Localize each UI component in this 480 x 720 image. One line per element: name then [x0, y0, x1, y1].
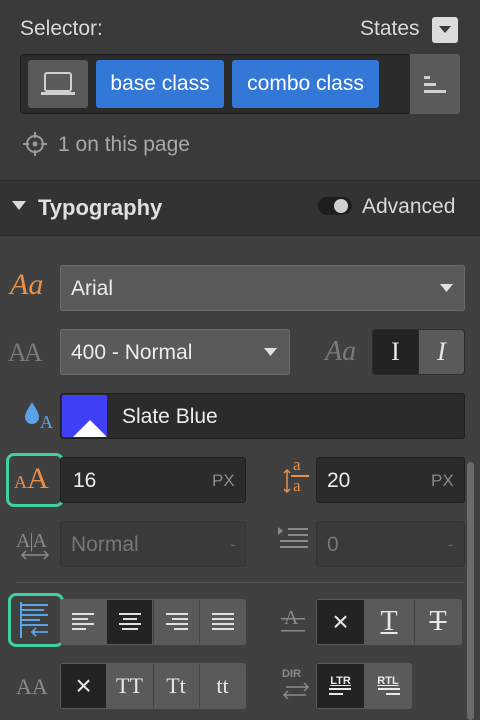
selector-count-text: 1 on this page — [58, 133, 190, 156]
laptop-icon — [40, 71, 76, 97]
decoration-none-button[interactable]: × — [317, 600, 364, 644]
font-family-value: Arial — [71, 277, 114, 300]
target-icon — [22, 131, 48, 157]
line-icon-bottom: a — [293, 476, 301, 495]
divider — [16, 582, 464, 583]
size-icon-small: A — [14, 472, 27, 492]
align-justify-button[interactable] — [199, 600, 245, 644]
font-weight-value: 400 - Normal — [71, 341, 193, 364]
text-indent-icon — [276, 525, 310, 551]
direction-ltr-button[interactable]: LTR — [317, 664, 364, 708]
capitalize-none-button[interactable]: × — [61, 664, 106, 708]
list-tree-icon — [422, 73, 448, 95]
font-family-select[interactable] — [60, 265, 465, 311]
text-indent-unit[interactable]: - — [448, 535, 454, 555]
selector-chip-combo-class[interactable]: combo class — [232, 60, 379, 108]
color-swatch[interactable] — [62, 395, 107, 437]
toggle-knob — [334, 199, 348, 213]
close-icon: × — [332, 606, 349, 637]
rtl-label: RTL — [377, 675, 399, 687]
line-height-value: 20 — [327, 469, 351, 492]
line-icon-top: a — [293, 455, 301, 474]
text-color-icon: A — [22, 398, 56, 432]
align-left-button[interactable] — [61, 600, 106, 644]
letter-spacing-placeholder: Normal — [71, 533, 139, 556]
advanced-toggle[interactable] — [318, 197, 352, 215]
selector-menu-button[interactable] — [410, 54, 460, 114]
caret-down-icon[interactable] — [12, 201, 26, 211]
titlecase-glyph: Tt — [166, 673, 186, 698]
style-normal-button[interactable]: I — [373, 330, 418, 374]
capitalize-title-button[interactable]: Tt — [153, 664, 198, 708]
size-icon-big: A — [27, 462, 49, 495]
line-height-unit[interactable]: PX — [431, 471, 454, 491]
font-family-icon: Aa — [10, 268, 44, 301]
chevron-down-icon — [264, 348, 277, 356]
scrollbar-thumb[interactable] — [467, 462, 474, 720]
color-field[interactable] — [60, 393, 465, 439]
device-toggle-button[interactable] — [28, 60, 88, 108]
selector-chip-base-class[interactable]: base class — [96, 60, 224, 108]
decoration-underline-button[interactable]: T — [365, 600, 413, 644]
text-align-icon — [18, 602, 52, 638]
section-title: Typography — [38, 195, 163, 220]
divider — [0, 235, 480, 236]
line-height-icon: a a — [283, 455, 311, 501]
align-right-button[interactable] — [153, 600, 198, 644]
ltr-label: LTR — [330, 675, 351, 687]
chevron-down-icon — [440, 284, 453, 292]
style-italic-glyph: I — [437, 337, 446, 366]
direction-icon-label: DIR — [282, 668, 301, 680]
decoration-strike-button[interactable]: T — [414, 600, 461, 644]
style-normal-glyph: I — [391, 337, 400, 366]
font-size-value: 16 — [73, 469, 97, 492]
states-dropdown-button[interactable] — [432, 17, 458, 43]
font-weight-icon: AA — [8, 338, 43, 367]
direction-rtl-button[interactable]: RTL — [365, 664, 411, 708]
color-name: Slate Blue — [122, 405, 218, 428]
spacing-arrows-icon — [20, 550, 50, 560]
letter-spacing-unit[interactable]: - — [230, 535, 236, 555]
chevron-down-icon — [439, 26, 451, 34]
svg-text:A: A — [40, 412, 53, 432]
text-indent-placeholder: 0 — [327, 533, 339, 556]
direction-icon: DIR — [280, 668, 312, 704]
capitalize-lower-button[interactable]: tt — [199, 664, 245, 708]
capitalize-icon: AA — [16, 674, 48, 699]
font-size-icon: AA — [14, 462, 49, 496]
advanced-label[interactable]: Advanced — [362, 195, 455, 219]
lowercase-glyph: tt — [216, 673, 229, 698]
capitalize-upper-button[interactable]: TT — [107, 664, 152, 708]
strikethrough-glyph: T — [429, 606, 447, 637]
style-italic-button[interactable]: I — [419, 330, 464, 374]
text-decoration-icon: A — [280, 606, 306, 634]
close-icon: × — [75, 670, 92, 701]
font-style-icon: Aa — [325, 336, 357, 367]
states-label[interactable]: States — [360, 17, 420, 41]
align-center-button[interactable] — [107, 600, 152, 644]
uppercase-glyph: TT — [116, 673, 143, 698]
underline-glyph: T — [380, 606, 398, 637]
font-size-unit[interactable]: PX — [212, 471, 235, 491]
swatch-corner — [65, 420, 107, 437]
selector-label: Selector: — [20, 17, 103, 40]
